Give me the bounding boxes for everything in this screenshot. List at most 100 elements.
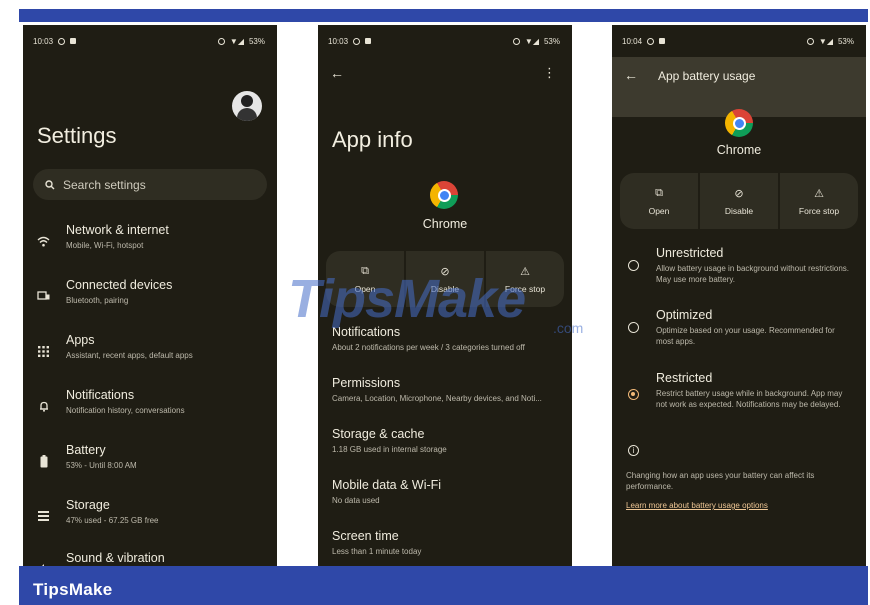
page-title: App info xyxy=(332,127,413,152)
sync-icon xyxy=(58,37,66,45)
alarm-icon xyxy=(217,37,225,45)
settings-item-desc: Mobile, Wi-Fi, hotspot xyxy=(66,241,144,250)
sync-icon xyxy=(647,37,655,45)
lock-icon xyxy=(70,38,77,44)
action-bar: ⧉ Open ⊘ Disable ⚠ Force stop xyxy=(620,173,858,229)
settings-item-title: Connected devices xyxy=(66,278,173,292)
app-name: Chrome xyxy=(716,143,762,157)
app-info-item-storage[interactable]: Storage & cache 1.18 GB used in internal … xyxy=(332,427,564,454)
item-desc: Less than 1 minute today xyxy=(332,547,422,556)
action-label: Force stop xyxy=(798,205,840,216)
radio-optimized[interactable] xyxy=(628,322,639,333)
lock-icon xyxy=(659,38,666,44)
app-bar xyxy=(612,57,866,117)
signal-icon: ▼◢ xyxy=(229,36,244,46)
signal-icon: ▼◢ xyxy=(524,36,539,46)
app-info-item-screen-time[interactable]: Screen time Less than 1 minute today xyxy=(332,529,564,556)
status-bar: 10:03 ▼◢ 53% xyxy=(328,35,560,47)
settings-item-connected-devices[interactable]: Connected devices Bluetooth, pairing xyxy=(35,278,271,318)
open-button[interactable]: ⧉ Open xyxy=(620,173,700,229)
settings-item-desc: Notification history, conversations xyxy=(66,406,185,415)
item-desc: About 2 notifications per week / 3 categ… xyxy=(332,343,525,352)
status-battery: 53% xyxy=(543,36,560,46)
settings-screen: 10:03 ▼◢ 53% Settings Search settings Net… xyxy=(23,25,277,566)
force-stop-button[interactable]: ⚠ Force stop xyxy=(780,173,858,229)
search-icon xyxy=(45,179,55,189)
status-time: 10:03 xyxy=(328,36,349,46)
info-icon: i xyxy=(628,445,639,456)
bottom-banner xyxy=(19,566,868,605)
status-bar: 10:03 ▼◢ 53% xyxy=(33,35,265,47)
watermark: TipsMake xyxy=(288,269,526,329)
alarm-icon xyxy=(806,37,814,45)
radio-unrestricted[interactable] xyxy=(628,260,639,271)
option-desc: Optimize based on your usage. Recommende… xyxy=(656,326,835,346)
lock-icon xyxy=(365,38,372,44)
more-options-icon[interactable]: ⋮ xyxy=(543,65,556,81)
back-arrow-icon[interactable]: ← xyxy=(330,65,344,81)
settings-item-desc: 47% used - 67.25 GB free xyxy=(66,516,159,525)
alarm-icon xyxy=(512,37,520,45)
item-desc: 1.18 GB used in internal storage xyxy=(332,445,447,454)
search-input[interactable]: Search settings xyxy=(33,169,267,200)
bell-icon xyxy=(35,396,52,416)
watermark-suffix: .com xyxy=(553,320,584,336)
status-time: 10:04 xyxy=(622,36,643,46)
brand-label: TipsMake xyxy=(33,580,113,599)
action-label: Disable xyxy=(724,205,754,216)
settings-item-title: Sound & vibration xyxy=(66,551,165,565)
settings-item-desc: Assistant, recent apps, default apps xyxy=(66,351,193,360)
radio-restricted[interactable] xyxy=(628,389,639,400)
option-unrestricted[interactable]: Unrestricted Allow battery usage in backg… xyxy=(656,246,852,285)
status-time: 10:03 xyxy=(33,36,54,46)
chrome-logo-icon xyxy=(725,109,753,137)
top-banner xyxy=(19,9,868,22)
page-title: App battery usage xyxy=(658,69,756,83)
option-title: Restricted xyxy=(656,371,713,385)
settings-item-network[interactable]: Network & internet Mobile, Wi-Fi, hotspot xyxy=(35,223,271,263)
settings-item-desc: 53% - Until 8:00 AM xyxy=(66,461,137,470)
battery-note: Changing how an app uses your battery ca… xyxy=(626,471,815,491)
avatar[interactable] xyxy=(232,91,262,121)
option-restricted[interactable]: Restricted Restrict battery usage while i… xyxy=(656,371,852,410)
app-info-item-mobile-data[interactable]: Mobile data & Wi-Fi No data used xyxy=(332,478,564,505)
option-optimized[interactable]: Optimized Optimize based on your usage. R… xyxy=(656,308,852,347)
learn-more-link[interactable]: Learn more about battery usage options xyxy=(626,501,768,510)
settings-item-apps[interactable]: Apps Assistant, recent apps, default apps xyxy=(35,333,271,373)
battery-usage-screen: 10:04 ▼◢ 53% ← App battery usage Chrome ⧉… xyxy=(612,25,866,566)
wifi-icon xyxy=(35,231,52,251)
settings-item-title: Battery xyxy=(66,443,106,457)
back-arrow-icon[interactable]: ← xyxy=(624,67,638,83)
option-desc: Restrict battery usage while in backgrou… xyxy=(656,389,843,409)
settings-item-notifications[interactable]: Notifications Notification history, conve… xyxy=(35,388,271,428)
connected-devices-icon xyxy=(35,286,52,306)
battery-icon xyxy=(35,451,52,471)
settings-item-desc: Bluetooth, pairing xyxy=(66,296,129,305)
item-title: Mobile data & Wi-Fi xyxy=(332,478,442,492)
warning-icon: ⚠ xyxy=(814,187,824,200)
option-title: Unrestricted xyxy=(656,246,724,260)
item-title: Permissions xyxy=(332,376,401,390)
settings-item-storage[interactable]: Storage 47% used - 67.25 GB free xyxy=(35,498,271,538)
settings-item-battery[interactable]: Battery 53% - Until 8:00 AM xyxy=(35,443,271,483)
status-battery: 53% xyxy=(248,36,265,46)
app-info-item-permissions[interactable]: Permissions Camera, Location, Microphone,… xyxy=(332,376,564,403)
apps-grid-icon xyxy=(35,341,52,361)
settings-item-title: Apps xyxy=(66,333,95,347)
disable-button[interactable]: ⊘ Disable xyxy=(700,173,780,229)
page-title: Settings xyxy=(37,123,117,148)
storage-icon xyxy=(35,506,52,526)
signal-icon: ▼◢ xyxy=(818,36,833,46)
status-bar: 10:04 ▼◢ 53% xyxy=(622,35,854,47)
settings-item-title: Notifications xyxy=(66,388,135,402)
item-desc: Camera, Location, Microphone, Nearby dev… xyxy=(332,394,542,403)
search-placeholder: Search settings xyxy=(63,177,146,192)
open-icon: ⧉ xyxy=(655,186,663,199)
option-desc: Allow battery usage in background withou… xyxy=(656,264,849,284)
status-battery: 53% xyxy=(837,36,854,46)
sound-icon xyxy=(35,559,52,566)
item-title: Screen time xyxy=(332,529,399,543)
item-desc: No data used xyxy=(332,496,380,505)
option-title: Optimized xyxy=(656,308,713,322)
settings-item-sound[interactable]: Sound & vibration xyxy=(35,551,271,566)
